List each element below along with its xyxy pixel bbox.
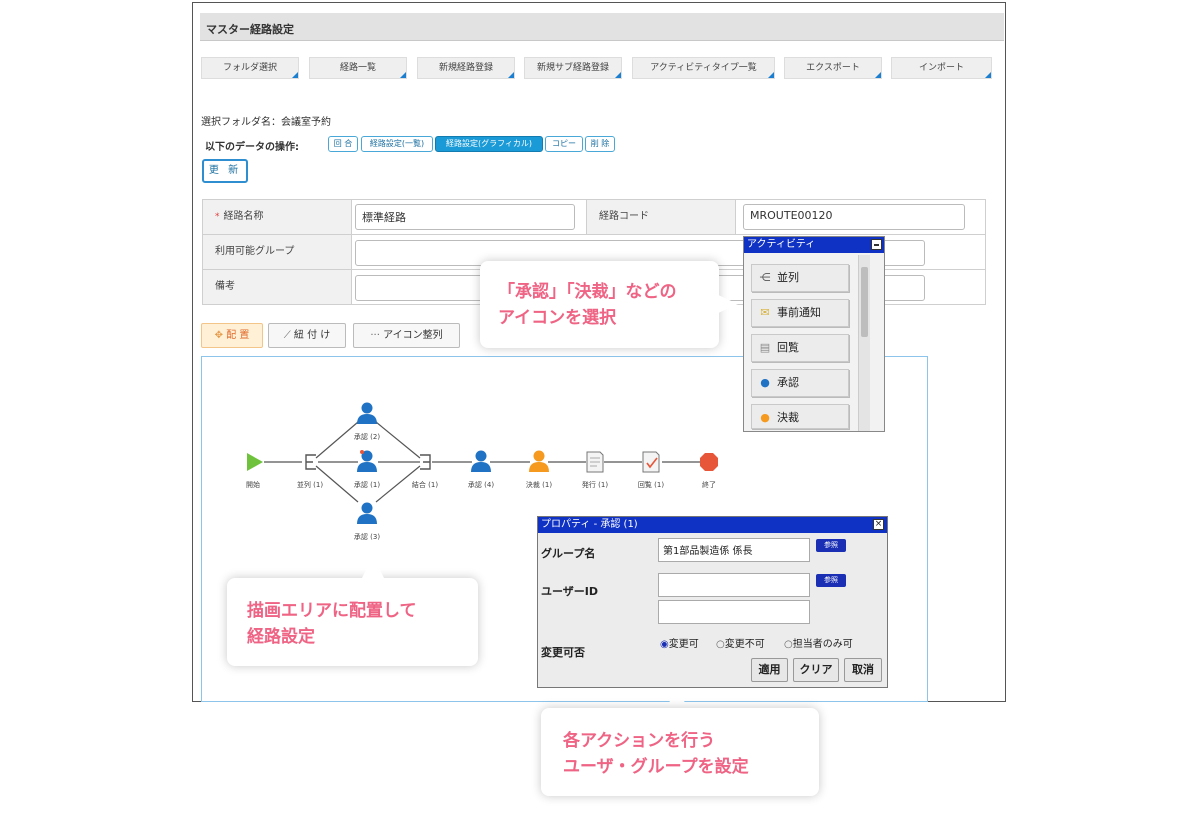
palette-item-label: 事前通知: [777, 306, 821, 319]
radio-not-changeable[interactable]: ○変更不可: [716, 635, 765, 650]
envelope-icon: ✉: [760, 306, 770, 319]
callout-actions-text: 各アクションを行う ユーザ・グループを設定: [563, 728, 749, 780]
group-name-label: グループ名: [541, 547, 596, 560]
route-flow-diagram: 開始 並列 (1) 承認 (2) 承認 (1) 承認 (3) 結合 (1) 承認…: [246, 402, 718, 541]
callout-line: アイコンを選択: [498, 308, 617, 328]
activity-palette[interactable]: アクティビティ ⋲ 並列 ✉ 事前通知 ▤ 回覧 ● 承認 ● 決裁: [743, 236, 885, 432]
person-icon: ●: [760, 376, 770, 389]
radio-label: 変更可: [668, 639, 699, 650]
callout-draw-area-text: 描画エリアに配置して 経路設定: [247, 598, 417, 650]
radio-label: 担当者のみ可: [792, 639, 853, 650]
node-label: 承認 (2): [354, 432, 380, 441]
callout-select-icon-text: 「承認」「決裁」などの アイコンを選択: [498, 279, 677, 331]
close-icon[interactable]: ×: [873, 519, 884, 530]
start-node-icon[interactable]: [247, 453, 263, 471]
node-label: 承認 (4): [468, 480, 494, 489]
palette-item-pre-notice[interactable]: ✉ 事前通知: [751, 299, 849, 327]
callout-pointer: [716, 294, 738, 314]
parallel-icon: ⋲: [759, 271, 771, 284]
decision-1-icon[interactable]: [529, 450, 549, 473]
approver-2-icon[interactable]: [357, 402, 377, 425]
approver-1-icon[interactable]: [357, 450, 377, 472]
user-id-input-2[interactable]: [658, 600, 810, 624]
change-permission-label: 変更可否: [541, 646, 585, 659]
join-node-icon[interactable]: [420, 454, 431, 470]
callout-draw-area: 描画エリアに配置して 経路設定: [227, 578, 478, 666]
user-id-input[interactable]: [658, 573, 810, 597]
radio-unselected-icon: ○: [716, 639, 725, 650]
palette-item-label: 並列: [777, 271, 799, 284]
node-label: 発行 (1): [582, 480, 608, 489]
group-name-input[interactable]: 第1部品製造係 係長: [658, 538, 810, 562]
callout-line: 「承認」「決裁」などの: [498, 282, 677, 302]
node-label: 並列 (1): [297, 480, 323, 489]
callout-pointer: [361, 556, 385, 580]
flow-connectors: [264, 421, 700, 503]
node-label: 開始: [246, 480, 260, 489]
group-reference-button[interactable]: 参照: [816, 539, 846, 552]
cancel-button[interactable]: 取消: [844, 658, 882, 682]
minimize-icon[interactable]: [871, 239, 882, 250]
dialog-title: プロパティ - 承認 (1): [538, 517, 887, 533]
clear-button[interactable]: クリア: [793, 658, 839, 682]
user-reference-button[interactable]: 参照: [816, 574, 846, 587]
apply-button[interactable]: 適用: [751, 658, 788, 682]
node-label: 承認 (1): [354, 480, 380, 489]
user-id-label: ユーザーID: [541, 585, 599, 598]
approver-3-icon[interactable]: [357, 502, 377, 525]
palette-item-label: 承認: [777, 376, 799, 389]
callout-actions: 各アクションを行う ユーザ・グループを設定: [541, 708, 819, 796]
palette-scrollbar[interactable]: [858, 255, 870, 431]
person-orange-icon: ●: [760, 411, 770, 424]
palette-item-circulation[interactable]: ▤ 回覧: [751, 334, 849, 362]
radio-label: 変更不可: [724, 639, 765, 650]
node-label: 終了: [702, 480, 716, 489]
parallel-node-icon[interactable]: [305, 454, 316, 470]
callout-line: 描画エリアに配置して: [247, 601, 417, 621]
node-label: 決裁 (1): [526, 480, 552, 489]
end-node-icon[interactable]: [700, 453, 718, 471]
palette-item-decision[interactable]: ● 決裁: [751, 404, 849, 429]
palette-title: アクティビティ: [744, 237, 884, 253]
node-label: 承認 (3): [354, 532, 380, 541]
radio-selected-icon: ◉: [660, 639, 669, 650]
document-check-icon: ▤: [759, 341, 771, 354]
radio-assignee-only[interactable]: ○担当者のみ可: [784, 635, 853, 650]
callout-line: 経路設定: [247, 627, 315, 647]
connector: [315, 421, 359, 459]
callout-line: 各アクションを行う: [563, 731, 716, 751]
callout-select-icon: 「承認」「決裁」などの アイコンを選択: [480, 261, 719, 348]
scrollbar-thumb[interactable]: [861, 267, 868, 337]
palette-item-parallel[interactable]: ⋲ 並列: [751, 264, 849, 292]
issue-document-icon[interactable]: [586, 451, 604, 473]
palette-item-label: 決裁: [777, 411, 799, 424]
node-label: 結合 (1): [412, 480, 438, 489]
connector: [375, 421, 421, 459]
palette-item-label: 回覧: [777, 341, 799, 354]
radio-unselected-icon: ○: [784, 639, 793, 650]
radio-changeable[interactable]: ◉変更可: [660, 635, 699, 650]
callout-line: ユーザ・グループを設定: [563, 757, 749, 777]
circulation-document-icon[interactable]: [642, 451, 660, 473]
palette-item-approval[interactable]: ● 承認: [751, 369, 849, 397]
approver-4-icon[interactable]: [471, 450, 491, 473]
node-label: 回覧 (1): [638, 480, 664, 489]
